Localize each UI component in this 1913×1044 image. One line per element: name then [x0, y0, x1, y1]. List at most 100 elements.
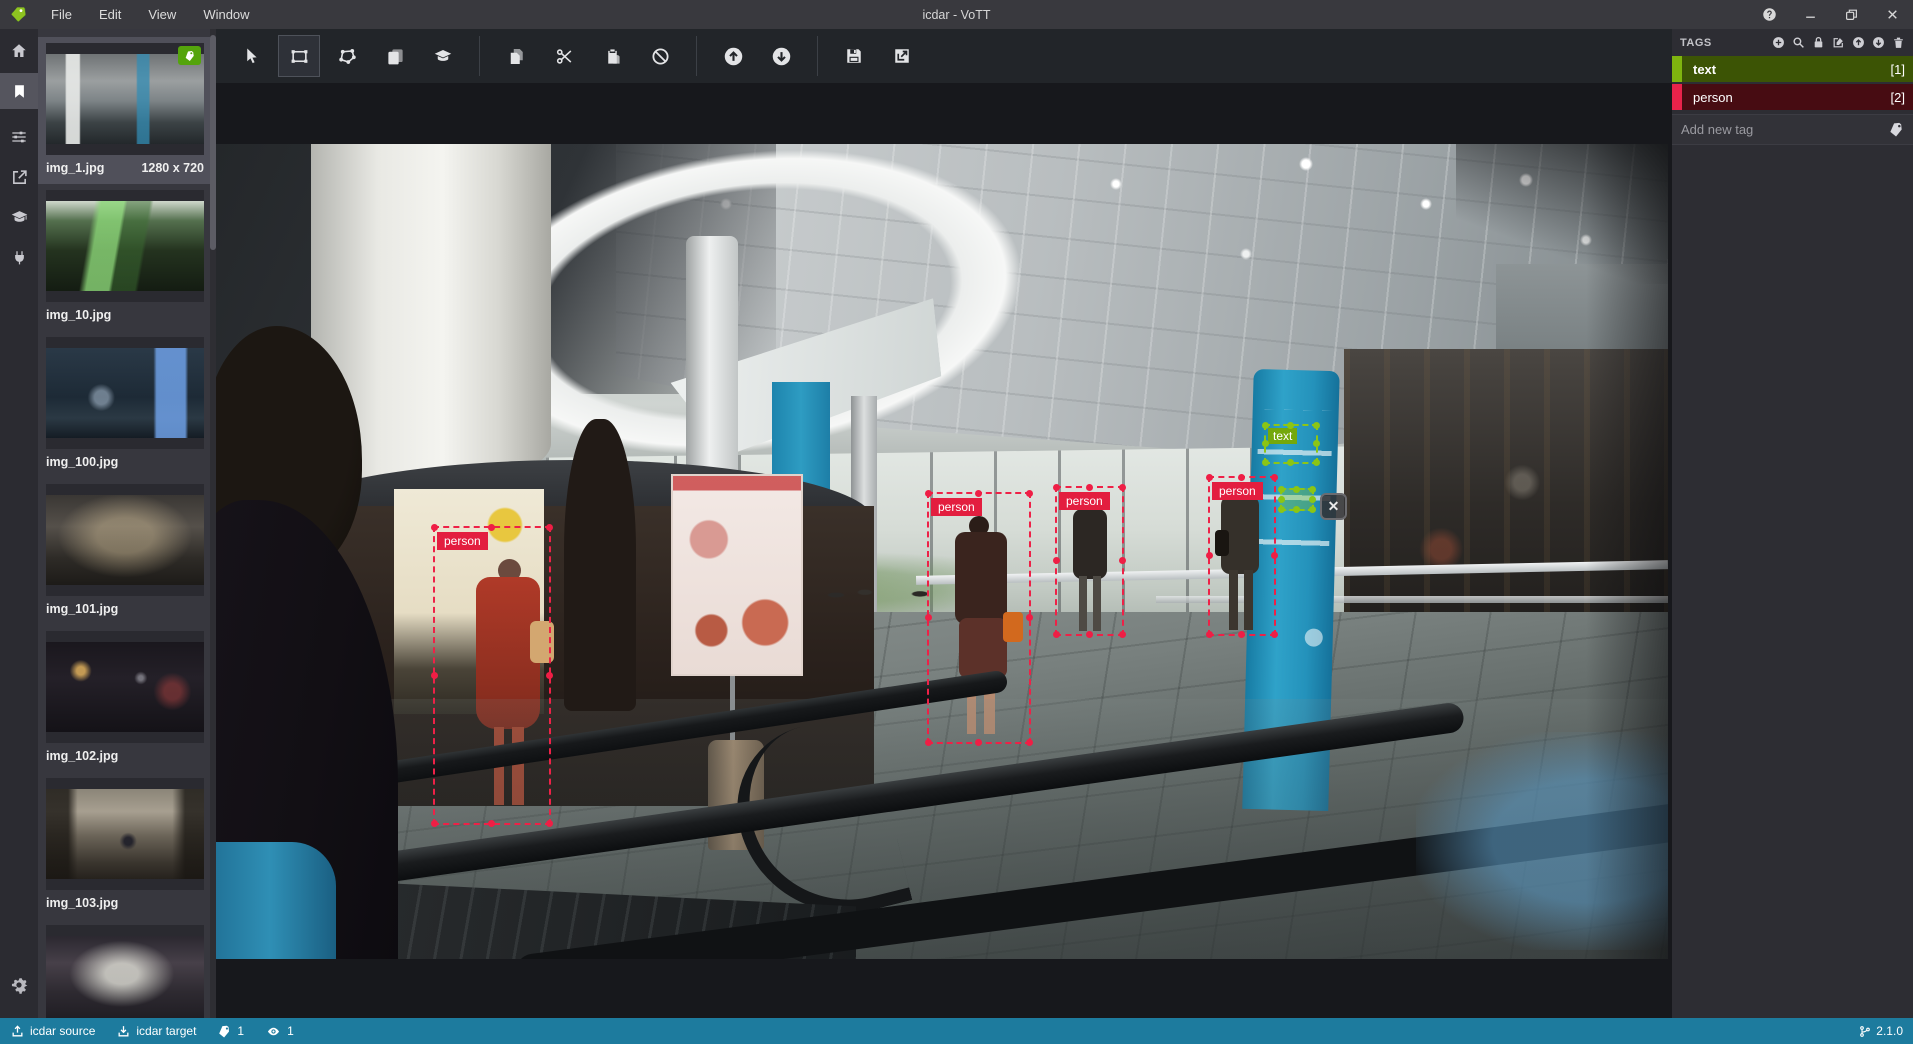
region-handle[interactable]: [1206, 631, 1213, 638]
region-handle[interactable]: [1293, 506, 1300, 513]
region-handle[interactable]: [431, 671, 438, 679]
nav-adjustments[interactable]: [0, 119, 38, 155]
menu-window[interactable]: Window: [203, 7, 249, 22]
add-tag-icon[interactable]: [1772, 36, 1785, 49]
region-handle[interactable]: [1053, 557, 1060, 564]
region-handle[interactable]: [1119, 631, 1126, 638]
nav-plugins[interactable]: [0, 239, 38, 275]
region-handle[interactable]: [1287, 422, 1294, 429]
region-handle[interactable]: [1026, 739, 1033, 746]
scrollbar-thumb[interactable]: [210, 35, 216, 250]
region-person[interactable]: person: [1206, 474, 1278, 638]
region-handle[interactable]: [1026, 614, 1033, 621]
region-handle[interactable]: [546, 524, 553, 531]
asset-item[interactable]: img_103.jpg: [38, 772, 216, 919]
cut-regions-button[interactable]: [543, 35, 585, 77]
sidebar-scrollbar[interactable]: [210, 29, 216, 1018]
move-tag-down-icon[interactable]: [1872, 36, 1885, 49]
asset-item[interactable]: img_1.jpg 1280 x 720: [38, 37, 216, 184]
close-icon[interactable]: [1872, 0, 1913, 29]
tag-row-person[interactable]: person [2]: [1672, 84, 1913, 110]
nav-tags-editor[interactable]: [0, 73, 38, 109]
region-handle[interactable]: [1119, 484, 1126, 491]
region-handle[interactable]: [488, 820, 495, 827]
asset-item[interactable]: img_102.jpg: [38, 625, 216, 772]
draw-rectangle-tool-button[interactable]: [278, 35, 320, 77]
region-handle[interactable]: [1085, 631, 1093, 638]
region-person[interactable]: person: [925, 490, 1033, 746]
region-person[interactable]: person: [1053, 484, 1126, 638]
region-handle[interactable]: [1313, 440, 1320, 447]
move-tag-up-icon[interactable]: [1852, 36, 1865, 49]
region-handle[interactable]: [1309, 495, 1316, 503]
region-handle[interactable]: [1278, 495, 1285, 503]
save-project-button[interactable]: [833, 35, 875, 77]
source-connection[interactable]: icdar source: [0, 1018, 106, 1044]
draw-polygon-tool-button[interactable]: [326, 35, 368, 77]
region-handle[interactable]: [1271, 552, 1278, 559]
region-handle[interactable]: [488, 524, 495, 531]
region-handle[interactable]: [1309, 506, 1316, 513]
region-handle[interactable]: [925, 490, 932, 497]
region-handle[interactable]: [1119, 557, 1126, 564]
region-handle[interactable]: [1278, 486, 1285, 493]
region-handle[interactable]: [975, 490, 982, 497]
region-handle[interactable]: [1287, 459, 1294, 466]
region-handle[interactable]: [546, 671, 553, 679]
region-person[interactable]: person: [431, 524, 553, 827]
region-handle[interactable]: [1262, 440, 1269, 447]
target-connection[interactable]: icdar target: [106, 1018, 207, 1044]
next-asset-button[interactable]: [760, 35, 802, 77]
editor-canvas[interactable]: person person person person text ✕: [216, 83, 1672, 1018]
restore-icon[interactable]: [1831, 0, 1872, 29]
asset-item[interactable]: [38, 919, 216, 1018]
search-tags-icon[interactable]: [1792, 36, 1805, 49]
delete-tag-icon[interactable]: [1892, 36, 1905, 49]
region-handle[interactable]: [431, 524, 438, 531]
minimize-icon[interactable]: [1790, 0, 1831, 29]
region-handle[interactable]: [925, 614, 932, 621]
asset-item[interactable]: img_100.jpg: [38, 331, 216, 478]
region-handle[interactable]: [1278, 506, 1285, 513]
region-handle[interactable]: [1271, 631, 1278, 638]
region-handle[interactable]: [1238, 474, 1245, 481]
region-handle[interactable]: [1313, 422, 1320, 429]
tag-color-swatch[interactable]: [1672, 84, 1682, 110]
region-handle[interactable]: [1293, 486, 1300, 493]
help-icon[interactable]: [1749, 0, 1790, 29]
asset-item[interactable]: img_10.jpg: [38, 184, 216, 331]
nav-export[interactable]: [0, 159, 38, 195]
region-handle[interactable]: [1085, 484, 1093, 491]
add-tag-input[interactable]: [1681, 122, 1889, 137]
region-handle[interactable]: [1053, 484, 1060, 491]
menu-file[interactable]: File: [51, 7, 72, 22]
region-handle[interactable]: [1309, 486, 1316, 493]
nav-settings[interactable]: [0, 976, 38, 994]
region-handle[interactable]: [1262, 422, 1269, 429]
remove-all-regions-button[interactable]: [639, 35, 681, 77]
region-handle[interactable]: [1026, 490, 1033, 497]
region-handle[interactable]: [1206, 474, 1213, 481]
lock-tag-icon[interactable]: [1812, 36, 1825, 49]
copy-regions-button[interactable]: [495, 35, 537, 77]
region-handle[interactable]: [975, 739, 982, 746]
region-handle[interactable]: [925, 739, 932, 746]
asset-item[interactable]: img_101.jpg: [38, 478, 216, 625]
region-handle[interactable]: [546, 820, 553, 827]
paste-regions-button[interactable]: [591, 35, 633, 77]
region-selected[interactable]: [1278, 486, 1316, 513]
delete-region-button[interactable]: ✕: [1320, 493, 1347, 520]
nav-home[interactable]: [0, 33, 38, 69]
edit-tag-icon[interactable]: [1832, 36, 1845, 49]
region-handle[interactable]: [1206, 552, 1213, 559]
nav-active-learning[interactable]: [0, 199, 38, 235]
region-handle[interactable]: [1271, 474, 1278, 481]
region-handle[interactable]: [1262, 459, 1269, 466]
menu-view[interactable]: View: [148, 7, 176, 22]
region-handle[interactable]: [1053, 631, 1060, 638]
region-handle[interactable]: [431, 820, 438, 827]
tag-row-text[interactable]: text [1]: [1672, 56, 1913, 82]
export-project-button[interactable]: [881, 35, 923, 77]
menu-edit[interactable]: Edit: [99, 7, 121, 22]
region-handle[interactable]: [1238, 631, 1245, 638]
